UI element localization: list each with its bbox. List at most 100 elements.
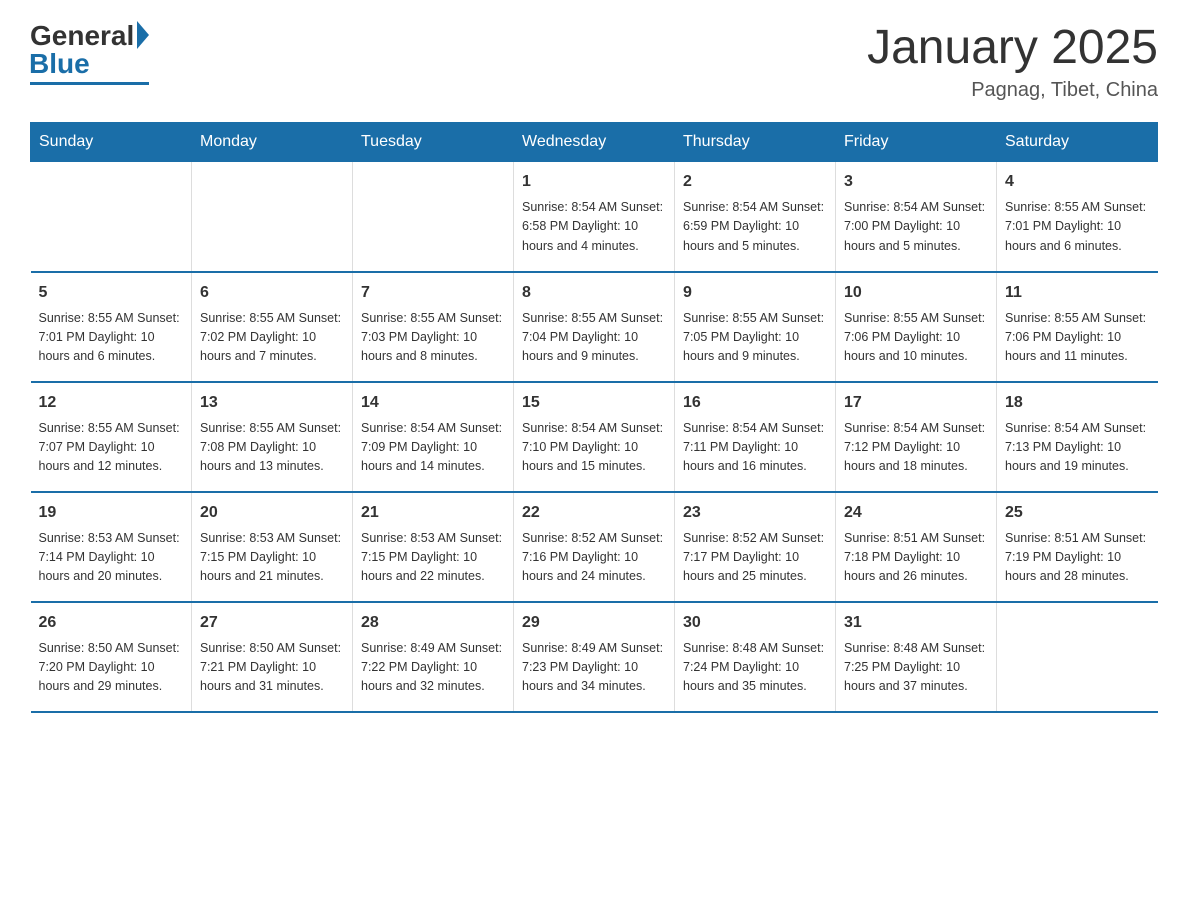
header-sunday: Sunday bbox=[31, 123, 192, 162]
calendar-day-cell bbox=[192, 162, 353, 272]
calendar-day-cell: 8 Sunrise: 8:55 AM Sunset: 7:04 PM Daylig… bbox=[514, 272, 675, 382]
day-info: Sunrise: 8:54 AM Sunset: 7:12 PM Dayligh… bbox=[844, 419, 988, 477]
calendar-day-cell bbox=[997, 602, 1158, 712]
calendar-day-cell: 21 Sunrise: 8:53 AM Sunset: 7:15 PM Dayli… bbox=[353, 492, 514, 602]
calendar-day-cell: 25 Sunrise: 8:51 AM Sunset: 7:19 PM Dayli… bbox=[997, 492, 1158, 602]
day-info: Sunrise: 8:48 AM Sunset: 7:25 PM Dayligh… bbox=[844, 639, 988, 697]
calendar-day-cell: 3 Sunrise: 8:54 AM Sunset: 7:00 PM Daylig… bbox=[836, 162, 997, 272]
calendar-day-cell: 22 Sunrise: 8:52 AM Sunset: 7:16 PM Dayli… bbox=[514, 492, 675, 602]
calendar-week-row: 19Sunrise: 8:53 AM Sunset: 7:14 PM Dayli… bbox=[31, 492, 1158, 602]
calendar-day-cell: 16 Sunrise: 8:54 AM Sunset: 7:11 PM Dayli… bbox=[675, 382, 836, 492]
logo-blue-text: Blue bbox=[29, 48, 90, 80]
calendar-table: Sunday Monday Tuesday Wednesday Thursday… bbox=[30, 122, 1158, 713]
day-number: 16 bbox=[683, 391, 827, 415]
calendar-day-cell: 24 Sunrise: 8:51 AM Sunset: 7:18 PM Dayli… bbox=[836, 492, 997, 602]
calendar-day-cell: 4Sunrise: 8:55 AM Sunset: 7:01 PM Daylig… bbox=[997, 162, 1158, 272]
day-info: Sunrise: 8:53 AM Sunset: 7:15 PM Dayligh… bbox=[361, 529, 505, 587]
calendar-day-cell: 19Sunrise: 8:53 AM Sunset: 7:14 PM Dayli… bbox=[31, 492, 192, 602]
day-number: 21 bbox=[361, 501, 505, 525]
day-info: Sunrise: 8:55 AM Sunset: 7:02 PM Dayligh… bbox=[200, 309, 344, 367]
calendar-day-cell: 18Sunrise: 8:54 AM Sunset: 7:13 PM Dayli… bbox=[997, 382, 1158, 492]
day-number: 2 bbox=[683, 170, 827, 194]
calendar-day-cell: 9Sunrise: 8:55 AM Sunset: 7:05 PM Daylig… bbox=[675, 272, 836, 382]
calendar-day-cell: 5 Sunrise: 8:55 AM Sunset: 7:01 PM Daylig… bbox=[31, 272, 192, 382]
day-info: Sunrise: 8:55 AM Sunset: 7:01 PM Dayligh… bbox=[39, 309, 184, 367]
calendar-week-row: 12 Sunrise: 8:55 AM Sunset: 7:07 PM Dayli… bbox=[31, 382, 1158, 492]
calendar-day-cell: 15 Sunrise: 8:54 AM Sunset: 7:10 PM Dayli… bbox=[514, 382, 675, 492]
calendar-week-row: 26Sunrise: 8:50 AM Sunset: 7:20 PM Dayli… bbox=[31, 602, 1158, 712]
day-number: 3 bbox=[844, 170, 988, 194]
day-number: 29 bbox=[522, 611, 666, 635]
calendar-day-cell: 29Sunrise: 8:49 AM Sunset: 7:23 PM Dayli… bbox=[514, 602, 675, 712]
calendar-day-cell: 17Sunrise: 8:54 AM Sunset: 7:12 PM Dayli… bbox=[836, 382, 997, 492]
day-info: Sunrise: 8:54 AM Sunset: 7:09 PM Dayligh… bbox=[361, 419, 505, 477]
day-info: Sunrise: 8:54 AM Sunset: 7:10 PM Dayligh… bbox=[522, 419, 666, 477]
header-saturday: Saturday bbox=[997, 123, 1158, 162]
day-info: Sunrise: 8:55 AM Sunset: 7:03 PM Dayligh… bbox=[361, 309, 505, 367]
day-number: 9 bbox=[683, 281, 827, 305]
day-number: 14 bbox=[361, 391, 505, 415]
day-number: 8 bbox=[522, 281, 666, 305]
logo-triangle-icon bbox=[137, 21, 149, 49]
day-number: 25 bbox=[1005, 501, 1150, 525]
calendar-day-cell: 13 Sunrise: 8:55 AM Sunset: 7:08 PM Dayli… bbox=[192, 382, 353, 492]
header-monday: Monday bbox=[192, 123, 353, 162]
day-info: Sunrise: 8:51 AM Sunset: 7:18 PM Dayligh… bbox=[844, 529, 988, 587]
day-number: 22 bbox=[522, 501, 666, 525]
day-info: Sunrise: 8:55 AM Sunset: 7:01 PM Dayligh… bbox=[1005, 198, 1150, 256]
day-number: 12 bbox=[39, 391, 184, 415]
day-number: 23 bbox=[683, 501, 827, 525]
day-number: 10 bbox=[844, 281, 988, 305]
day-number: 11 bbox=[1005, 281, 1150, 305]
header-thursday: Thursday bbox=[675, 123, 836, 162]
day-number: 19 bbox=[39, 501, 184, 525]
calendar-day-cell: 7 Sunrise: 8:55 AM Sunset: 7:03 PM Daylig… bbox=[353, 272, 514, 382]
day-number: 6 bbox=[200, 281, 344, 305]
calendar-header-row: Sunday Monday Tuesday Wednesday Thursday… bbox=[31, 123, 1158, 162]
day-info: Sunrise: 8:52 AM Sunset: 7:16 PM Dayligh… bbox=[522, 529, 666, 587]
calendar-day-cell: 12 Sunrise: 8:55 AM Sunset: 7:07 PM Dayli… bbox=[31, 382, 192, 492]
calendar-day-cell: 31 Sunrise: 8:48 AM Sunset: 7:25 PM Dayli… bbox=[836, 602, 997, 712]
day-number: 30 bbox=[683, 611, 827, 635]
calendar-day-cell: 6 Sunrise: 8:55 AM Sunset: 7:02 PM Daylig… bbox=[192, 272, 353, 382]
day-number: 26 bbox=[39, 611, 184, 635]
calendar-day-cell: 30 Sunrise: 8:48 AM Sunset: 7:24 PM Dayli… bbox=[675, 602, 836, 712]
day-number: 7 bbox=[361, 281, 505, 305]
calendar-day-cell: 11Sunrise: 8:55 AM Sunset: 7:06 PM Dayli… bbox=[997, 272, 1158, 382]
day-info: Sunrise: 8:50 AM Sunset: 7:21 PM Dayligh… bbox=[200, 639, 344, 697]
day-number: 1 bbox=[522, 170, 666, 194]
day-info: Sunrise: 8:54 AM Sunset: 7:00 PM Dayligh… bbox=[844, 198, 988, 256]
page-header: General Blue January 2025 Pagnag, Tibet,… bbox=[30, 20, 1158, 102]
day-number: 31 bbox=[844, 611, 988, 635]
day-info: Sunrise: 8:54 AM Sunset: 7:11 PM Dayligh… bbox=[683, 419, 827, 477]
day-info: Sunrise: 8:55 AM Sunset: 7:04 PM Dayligh… bbox=[522, 309, 666, 367]
day-info: Sunrise: 8:55 AM Sunset: 7:08 PM Dayligh… bbox=[200, 419, 344, 477]
calendar-week-row: 5 Sunrise: 8:55 AM Sunset: 7:01 PM Daylig… bbox=[31, 272, 1158, 382]
day-info: Sunrise: 8:55 AM Sunset: 7:07 PM Dayligh… bbox=[39, 419, 184, 477]
day-number: 24 bbox=[844, 501, 988, 525]
calendar-day-cell: 26Sunrise: 8:50 AM Sunset: 7:20 PM Dayli… bbox=[31, 602, 192, 712]
day-number: 20 bbox=[200, 501, 344, 525]
day-info: Sunrise: 8:54 AM Sunset: 6:58 PM Dayligh… bbox=[522, 198, 666, 256]
calendar-week-row: 1 Sunrise: 8:54 AM Sunset: 6:58 PM Daylig… bbox=[31, 162, 1158, 272]
day-number: 28 bbox=[361, 611, 505, 635]
calendar-day-cell bbox=[31, 162, 192, 272]
header-wednesday: Wednesday bbox=[514, 123, 675, 162]
day-number: 13 bbox=[200, 391, 344, 415]
header-tuesday: Tuesday bbox=[353, 123, 514, 162]
calendar-day-cell: 27Sunrise: 8:50 AM Sunset: 7:21 PM Dayli… bbox=[192, 602, 353, 712]
header-friday: Friday bbox=[836, 123, 997, 162]
day-number: 18 bbox=[1005, 391, 1150, 415]
day-number: 5 bbox=[39, 281, 184, 305]
day-info: Sunrise: 8:52 AM Sunset: 7:17 PM Dayligh… bbox=[683, 529, 827, 587]
calendar-day-cell bbox=[353, 162, 514, 272]
logo-underline bbox=[30, 82, 149, 85]
day-number: 15 bbox=[522, 391, 666, 415]
day-info: Sunrise: 8:55 AM Sunset: 7:06 PM Dayligh… bbox=[844, 309, 988, 367]
calendar-day-cell: 14 Sunrise: 8:54 AM Sunset: 7:09 PM Dayli… bbox=[353, 382, 514, 492]
calendar-day-cell: 28Sunrise: 8:49 AM Sunset: 7:22 PM Dayli… bbox=[353, 602, 514, 712]
day-info: Sunrise: 8:48 AM Sunset: 7:24 PM Dayligh… bbox=[683, 639, 827, 697]
day-info: Sunrise: 8:51 AM Sunset: 7:19 PM Dayligh… bbox=[1005, 529, 1150, 587]
day-info: Sunrise: 8:53 AM Sunset: 7:15 PM Dayligh… bbox=[200, 529, 344, 587]
calendar-day-cell: 20 Sunrise: 8:53 AM Sunset: 7:15 PM Dayli… bbox=[192, 492, 353, 602]
